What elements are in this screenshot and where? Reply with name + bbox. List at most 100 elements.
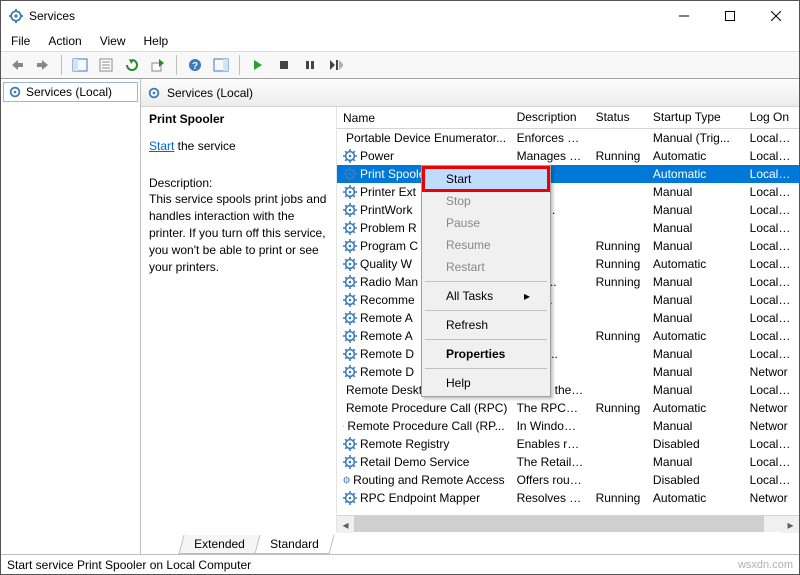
gear-icon xyxy=(343,293,357,307)
start-service-button[interactable] xyxy=(246,54,270,76)
gear-icon xyxy=(343,473,350,487)
services-window: Services File Action View Help ? xyxy=(0,0,800,575)
service-row[interactable]: Remote Procedure Call (RPC)The RPCSS s..… xyxy=(337,399,799,417)
restart-service-button[interactable] xyxy=(324,54,348,76)
view-tab-strip: Extended Standard xyxy=(141,532,799,554)
service-row[interactable]: Portable Device Enumerator...Enforces gr… xyxy=(337,129,799,147)
services-icon xyxy=(9,9,23,23)
ctx-resume: Resume xyxy=(424,234,548,256)
ctx-help[interactable]: Help xyxy=(424,372,548,394)
status-text: Start service Print Spooler on Local Com… xyxy=(7,558,251,572)
service-row[interactable]: Remote Aes di...RunningAutomaticLocal Sy xyxy=(337,327,799,345)
service-row[interactable]: Retail Demo ServiceThe Retail D...Manual… xyxy=(337,453,799,471)
help-button[interactable]: ? xyxy=(183,54,207,76)
titlebar: Services xyxy=(1,1,799,31)
tree-item-services-local[interactable]: Services (Local) xyxy=(3,82,138,102)
gear-icon xyxy=(343,455,357,469)
gear-icon xyxy=(343,221,357,235)
col-description[interactable]: Description xyxy=(511,107,590,128)
show-hide-tree-button[interactable] xyxy=(68,54,92,76)
col-logon[interactable]: Log On xyxy=(744,107,799,128)
gear-icon xyxy=(343,329,357,343)
service-row[interactable]: Remote Aa co...ManualLocal Sy xyxy=(337,309,799,327)
result-pane: Services (Local) Print Spooler Start the… xyxy=(141,79,799,554)
scroll-left-button[interactable]: ◂ xyxy=(337,516,354,533)
column-headers: Name Description Status Startup Type Log… xyxy=(337,107,799,129)
window-title: Services xyxy=(29,9,75,23)
show-hide-action-pane-button[interactable] xyxy=(209,54,233,76)
forward-button[interactable] xyxy=(31,54,55,76)
gear-icon xyxy=(343,275,357,289)
export-button[interactable] xyxy=(146,54,170,76)
stop-service-button[interactable] xyxy=(272,54,296,76)
gear-icon xyxy=(343,419,344,433)
col-status[interactable]: Status xyxy=(590,107,647,128)
ctx-properties[interactable]: Properties xyxy=(424,343,548,365)
ctx-refresh[interactable]: Refresh xyxy=(424,314,548,336)
service-detail-pane: Print Spooler Start the service Descript… xyxy=(141,107,336,532)
toolbar: ? xyxy=(1,51,799,79)
console-tree[interactable]: Services (Local) xyxy=(1,79,141,554)
service-row[interactable]: PowerManages p...RunningAutomaticLocal S… xyxy=(337,147,799,165)
col-startup[interactable]: Startup Type xyxy=(647,107,744,128)
result-header: Services (Local) xyxy=(141,79,799,107)
service-row[interactable]: Recommes aut...ManualLocal Sy xyxy=(337,291,799,309)
service-row[interactable]: Quality WWin...RunningAutomaticLocal Sy xyxy=(337,255,799,273)
pause-service-button[interactable] xyxy=(298,54,322,76)
service-row[interactable]: Printer Extvice ...ManualLocal Sy xyxy=(337,183,799,201)
tab-standard[interactable]: Standard xyxy=(254,535,334,554)
gear-icon xyxy=(147,86,161,100)
horizontal-scrollbar[interactable]: ◂ ▸ xyxy=(337,515,799,532)
ctx-stop: Stop xyxy=(424,190,548,212)
menu-view[interactable]: View xyxy=(98,32,128,50)
gear-icon xyxy=(343,185,357,199)
selected-service-name: Print Spooler xyxy=(149,111,328,128)
refresh-button[interactable] xyxy=(120,54,144,76)
service-row[interactable]: Remote De Des...ManualLocal Sy xyxy=(337,345,799,363)
start-service-link[interactable]: Start xyxy=(149,139,174,153)
service-row[interactable]: Print Spoolervice ...AutomaticLocal Sy xyxy=(337,165,799,183)
gear-icon xyxy=(343,257,357,271)
service-row[interactable]: Radio ManMana...RunningManualLocal Sy xyxy=(337,273,799,291)
menu-file[interactable]: File xyxy=(9,32,32,50)
menubar: File Action View Help xyxy=(1,31,799,51)
gear-icon xyxy=(343,437,357,451)
ctx-all-tasks[interactable]: All Tasks▸ xyxy=(424,285,548,307)
properties-button[interactable] xyxy=(94,54,118,76)
service-row[interactable]: Problem Rvice ...ManualLocal Sy xyxy=(337,219,799,237)
close-button[interactable] xyxy=(753,1,799,31)
service-row[interactable]: Remote Procedure Call (RP...In Windows..… xyxy=(337,417,799,435)
minimize-button[interactable] xyxy=(661,1,707,31)
ctx-restart: Restart xyxy=(424,256,548,278)
col-name[interactable]: Name xyxy=(337,107,511,128)
submenu-arrow-icon: ▸ xyxy=(524,289,530,303)
service-row[interactable]: PrintWorkes su...ManualLocal Sy xyxy=(337,201,799,219)
maximize-button[interactable] xyxy=(707,1,753,31)
menu-action[interactable]: Action xyxy=(46,32,83,50)
svg-text:?: ? xyxy=(192,61,198,72)
description-heading: Description: xyxy=(149,175,328,192)
ctx-pause: Pause xyxy=(424,212,548,234)
services-list[interactable]: Name Description Status Startup Type Log… xyxy=(336,107,799,532)
service-row[interactable]: Remote Duser...ManualNetwor xyxy=(337,363,799,381)
back-button[interactable] xyxy=(5,54,29,76)
context-menu: Start Stop Pause Resume Restart All Task… xyxy=(421,165,551,397)
menu-help[interactable]: Help xyxy=(142,32,171,50)
extended-view: Print Spooler Start the service Descript… xyxy=(141,107,799,532)
tree-item-label: Services (Local) xyxy=(26,85,112,99)
gear-icon xyxy=(343,347,357,361)
service-row[interactable]: Remote Desktop Services U...Allows the r… xyxy=(337,381,799,399)
list-body[interactable]: Portable Device Enumerator...Enforces gr… xyxy=(337,129,799,515)
gear-icon xyxy=(343,239,357,253)
description-body: This service spools print jobs and handl… xyxy=(149,191,328,275)
service-row[interactable]: Program C...RunningManualLocal Sy xyxy=(337,237,799,255)
service-row[interactable]: RPC Endpoint MapperResolves RP...Running… xyxy=(337,489,799,507)
gear-icon xyxy=(343,149,357,163)
service-row[interactable]: Routing and Remote AccessOffers routi...… xyxy=(337,471,799,489)
gear-icon xyxy=(343,203,357,217)
ctx-start[interactable]: Start xyxy=(424,168,548,190)
service-row[interactable]: Remote RegistryEnables rem...DisabledLoc… xyxy=(337,435,799,453)
gear-icon xyxy=(343,365,357,379)
scroll-right-button[interactable]: ▸ xyxy=(782,516,799,533)
tab-extended[interactable]: Extended xyxy=(178,535,260,554)
